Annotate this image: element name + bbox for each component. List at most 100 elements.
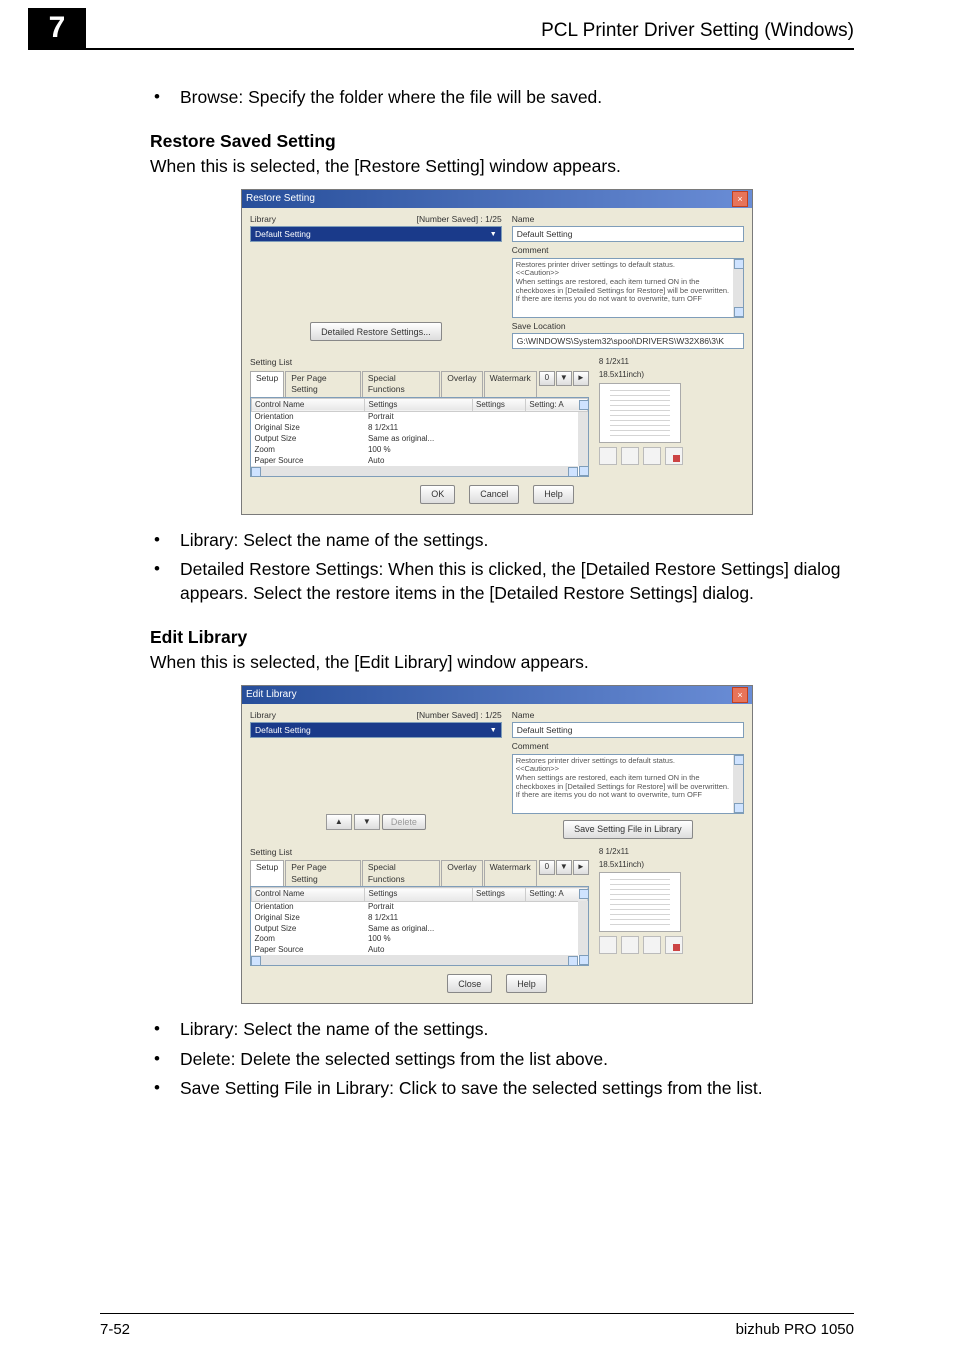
tab-pager-right[interactable]: ► xyxy=(573,371,589,386)
library-select[interactable]: Default Setting ▼ xyxy=(250,722,502,738)
comment-label: Comment xyxy=(512,741,744,752)
cell: 8 1/2x11 xyxy=(365,913,473,924)
comment-text: Restores printer driver settings to defa… xyxy=(516,756,729,800)
setting-list-label: Setting List xyxy=(250,357,589,368)
preview-pane: 8 1/2x11 18.5x11inch) xyxy=(599,847,744,955)
preview-icon[interactable] xyxy=(665,447,683,465)
tab-watermark[interactable]: Watermark xyxy=(484,371,537,397)
grid-header-settings1: Settings xyxy=(365,398,473,412)
tab-pager-right[interactable]: ► xyxy=(573,860,589,875)
cell: Same as original... xyxy=(365,924,473,935)
dialog-titlebar[interactable]: Restore Setting × xyxy=(242,190,752,208)
chevron-down-icon: ▼ xyxy=(490,726,497,735)
tab-pager-left[interactable]: 0 xyxy=(539,860,555,875)
scrollbar[interactable] xyxy=(578,901,588,955)
cell: Same as original... xyxy=(365,434,473,445)
name-field[interactable]: Default Setting xyxy=(512,226,744,242)
cell: Portrait xyxy=(365,412,473,423)
help-button[interactable]: Help xyxy=(506,974,547,993)
preview-icon[interactable] xyxy=(643,447,661,465)
scrollbar[interactable] xyxy=(733,755,743,813)
grid-header-control: Control Name xyxy=(252,398,365,412)
tab-watermark[interactable]: Watermark xyxy=(484,860,537,886)
grid-header-settings2: Settings xyxy=(472,398,525,412)
preview-icon[interactable] xyxy=(599,936,617,954)
preview-size-2: 18.5x11inch) xyxy=(599,370,744,381)
comment-textarea[interactable]: Restores printer driver settings to defa… xyxy=(512,258,744,318)
preview-icon[interactable] xyxy=(621,447,639,465)
chevron-down-icon: ▼ xyxy=(490,230,497,239)
header-rule xyxy=(28,48,854,50)
name-field[interactable]: Default Setting xyxy=(512,722,744,738)
scrollbar[interactable] xyxy=(251,466,578,476)
tab-pager-down[interactable]: ▼ xyxy=(556,371,572,386)
close-icon[interactable]: × xyxy=(732,191,748,207)
library-select-value: Default Setting xyxy=(255,725,311,736)
tab-overlay[interactable]: Overlay xyxy=(441,860,482,886)
bullet-browse: Browse: Specify the folder where the fil… xyxy=(150,86,844,110)
move-down-button[interactable]: ▼ xyxy=(354,814,380,830)
tab-special[interactable]: Special Functions xyxy=(362,860,440,886)
scrollbar[interactable] xyxy=(733,259,743,317)
bullet-edit-3: Save Setting File in Library: Click to s… xyxy=(150,1077,844,1101)
cancel-button[interactable]: Cancel xyxy=(469,485,519,504)
dialog-titlebar[interactable]: Edit Library × xyxy=(242,686,752,704)
help-button[interactable]: Help xyxy=(533,485,574,504)
number-saved-label: [Number Saved] : 1/25 xyxy=(417,214,502,225)
save-location-label: Save Location xyxy=(512,321,744,332)
settings-grid[interactable]: Control Name Settings Settings Setting: … xyxy=(250,886,589,966)
preview-size-1: 8 1/2x11 xyxy=(599,357,744,368)
cell: Output Size xyxy=(252,924,365,935)
settings-grid[interactable]: Control Name Settings Settings Setting: … xyxy=(250,397,589,477)
ok-button[interactable]: OK xyxy=(420,485,455,504)
bullet-edit-1: Library: Select the name of the settings… xyxy=(150,1018,844,1042)
tab-special[interactable]: Special Functions xyxy=(362,371,440,397)
tab-pager-left[interactable]: 0 xyxy=(539,371,555,386)
heading-restore-saved-setting: Restore Saved Setting xyxy=(150,130,844,154)
para-edit-library-intro: When this is selected, the [Edit Library… xyxy=(150,651,844,675)
close-icon[interactable]: × xyxy=(732,687,748,703)
dialog-title: Restore Setting xyxy=(246,192,315,206)
cell: 100 % xyxy=(365,445,473,456)
library-label: Library xyxy=(250,710,276,721)
library-select[interactable]: Default Setting ▼ xyxy=(250,226,502,242)
detailed-restore-settings-button[interactable]: Detailed Restore Settings... xyxy=(310,322,442,341)
setting-list-label: Setting List xyxy=(250,847,589,858)
scrollbar[interactable] xyxy=(578,412,588,466)
preview-icon[interactable] xyxy=(665,936,683,954)
page-preview-icon xyxy=(599,872,681,932)
scrollbar[interactable] xyxy=(251,955,578,965)
close-button[interactable]: Close xyxy=(447,974,492,993)
move-up-button[interactable]: ▲ xyxy=(326,814,352,830)
tab-row: Setup Per Page Setting Special Functions… xyxy=(250,860,589,886)
name-label: Name xyxy=(512,710,744,721)
comment-textarea[interactable]: Restores printer driver settings to defa… xyxy=(512,754,744,814)
cell: Portrait xyxy=(365,901,473,912)
tab-per-page[interactable]: Per Page Setting xyxy=(285,371,361,397)
edit-library-dialog: Edit Library × Library [Number Saved] : … xyxy=(241,685,753,1004)
number-saved-label: [Number Saved] : 1/25 xyxy=(417,710,502,721)
tab-pager-down[interactable]: ▼ xyxy=(556,860,572,875)
preview-icon[interactable] xyxy=(643,936,661,954)
preview-size-2: 18.5x11inch) xyxy=(599,860,744,871)
tab-setup[interactable]: Setup xyxy=(250,860,284,886)
comment-text: Restores printer driver settings to defa… xyxy=(516,260,729,304)
library-label: Library xyxy=(250,214,276,225)
restore-setting-dialog: Restore Setting × Library [Number Saved]… xyxy=(241,189,753,515)
tab-overlay[interactable]: Overlay xyxy=(441,371,482,397)
page-header-title: PCL Printer Driver Setting (Windows) xyxy=(380,20,854,42)
library-select-value: Default Setting xyxy=(255,229,311,240)
delete-button[interactable]: Delete xyxy=(382,814,426,830)
tab-per-page[interactable]: Per Page Setting xyxy=(285,860,361,886)
cell: Original Size xyxy=(252,423,365,434)
save-setting-file-button[interactable]: Save Setting File in Library xyxy=(563,820,693,839)
grid-header-settings2: Settings xyxy=(472,888,525,902)
dialog-title: Edit Library xyxy=(246,688,297,702)
grid-header-control: Control Name xyxy=(252,888,365,902)
save-location-field[interactable]: G:\WINDOWS\System32\spool\DRIVERS\W32X86… xyxy=(512,333,744,349)
footer-rule xyxy=(100,1313,854,1314)
preview-icon[interactable] xyxy=(621,936,639,954)
tab-setup[interactable]: Setup xyxy=(250,371,284,397)
preview-icon[interactable] xyxy=(599,447,617,465)
cell: Original Size xyxy=(252,913,365,924)
